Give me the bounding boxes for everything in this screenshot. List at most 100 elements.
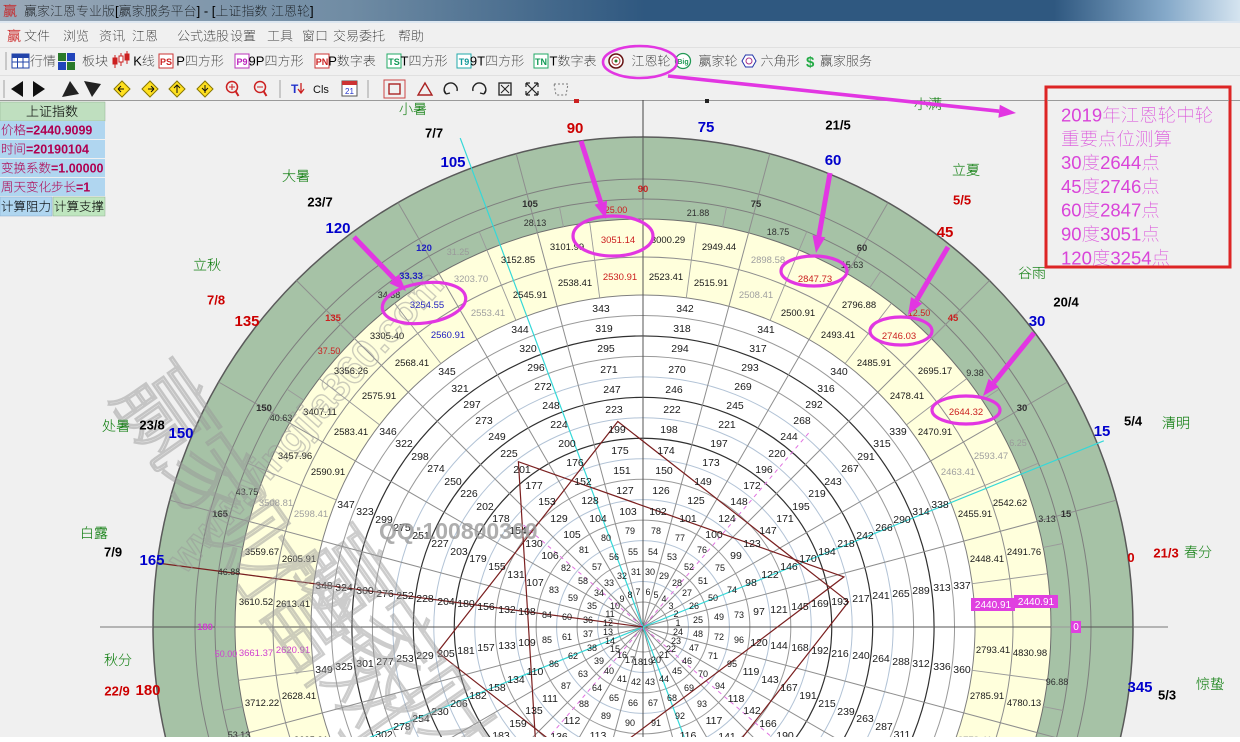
svg-text:81: 81 [579, 545, 589, 555]
svg-text:174: 174 [657, 445, 675, 457]
svg-text:60: 60 [562, 612, 572, 622]
svg-text:158: 158 [488, 682, 506, 694]
svg-text:221: 221 [718, 419, 736, 431]
svg-text:179: 179 [469, 553, 487, 565]
svg-text:Cls: Cls [313, 84, 329, 96]
svg-text:110: 110 [527, 666, 544, 678]
svg-text:59: 59 [568, 593, 578, 603]
svg-text:2746: 2746 [1100, 176, 1141, 197]
svg-text:169: 169 [811, 598, 829, 610]
svg-text:40: 40 [604, 666, 614, 676]
svg-text:9P: 9P [249, 54, 265, 69]
svg-text:43: 43 [645, 677, 655, 687]
svg-text:P9: P9 [236, 57, 247, 67]
svg-text:2500.91: 2500.91 [781, 308, 815, 319]
svg-text:45: 45 [1061, 176, 1082, 197]
svg-text:191: 191 [799, 690, 817, 702]
svg-text:316: 316 [817, 383, 835, 395]
svg-text:28.13: 28.13 [524, 218, 547, 228]
svg-text:360: 360 [953, 664, 971, 676]
svg-text:5/4: 5/4 [1124, 414, 1143, 429]
svg-text:27: 27 [682, 588, 692, 598]
svg-text:314: 314 [912, 506, 930, 518]
svg-text:48: 48 [693, 629, 703, 639]
svg-text:150: 150 [256, 403, 272, 414]
svg-text:347: 347 [337, 499, 355, 511]
svg-text:156: 156 [477, 601, 495, 613]
svg-text:75: 75 [715, 563, 725, 573]
svg-text:24: 24 [673, 627, 683, 637]
svg-text:2508.41: 2508.41 [739, 290, 773, 301]
svg-text:2796.88: 2796.88 [842, 300, 876, 311]
svg-text:120: 120 [750, 637, 768, 649]
svg-text:124: 124 [718, 513, 736, 525]
svg-text:53.13: 53.13 [228, 730, 251, 737]
svg-text:96.88: 96.88 [1046, 677, 1069, 687]
svg-text:49: 49 [714, 612, 724, 622]
svg-text:2: 2 [673, 609, 678, 619]
svg-text:35: 35 [587, 601, 597, 611]
svg-text:41: 41 [617, 674, 627, 684]
svg-text:3: 3 [668, 601, 673, 611]
svg-text:344: 344 [511, 324, 529, 336]
svg-text:2485.91: 2485.91 [857, 358, 891, 369]
svg-text:146: 146 [780, 561, 798, 573]
svg-text:=1.00000: =1.00000 [51, 161, 104, 175]
svg-text:75: 75 [751, 199, 762, 210]
svg-text:72: 72 [714, 632, 724, 642]
svg-text:2785.91: 2785.91 [970, 691, 1004, 702]
svg-text:135: 135 [325, 313, 342, 324]
svg-text:120: 120 [1061, 247, 1092, 268]
svg-text:80: 80 [601, 533, 611, 543]
svg-text:33: 33 [604, 578, 614, 588]
svg-text:220: 220 [768, 448, 786, 460]
svg-text:2583.41: 2583.41 [334, 427, 368, 438]
svg-text:=1: =1 [76, 180, 90, 194]
svg-text:242: 242 [856, 530, 874, 542]
svg-text:123: 123 [743, 538, 761, 550]
svg-text:60: 60 [825, 152, 842, 169]
svg-text:2560.91: 2560.91 [431, 330, 465, 341]
svg-text:193: 193 [831, 596, 849, 608]
svg-text:297: 297 [463, 399, 481, 411]
svg-text:180: 180 [136, 682, 161, 699]
svg-text:] - [: ] - [ [197, 4, 216, 19]
svg-text:204: 204 [437, 596, 455, 608]
svg-text:2493.41: 2493.41 [821, 330, 855, 341]
svg-text:2644: 2644 [1100, 152, 1141, 173]
svg-text:68: 68 [667, 693, 677, 703]
svg-text:150: 150 [169, 425, 194, 442]
svg-text:141: 141 [718, 731, 736, 737]
svg-text:118: 118 [728, 693, 745, 705]
svg-text:2523.41: 2523.41 [649, 272, 683, 283]
svg-text:38: 38 [587, 643, 597, 653]
svg-text:270: 270 [668, 364, 686, 376]
svg-text:98: 98 [745, 577, 757, 589]
svg-text:338: 338 [931, 499, 949, 511]
svg-text:5/3: 5/3 [1158, 688, 1176, 703]
svg-text:102: 102 [649, 506, 667, 518]
svg-text:200: 200 [558, 438, 576, 450]
svg-text:323: 323 [356, 506, 374, 518]
svg-text:2793.41: 2793.41 [976, 645, 1010, 656]
svg-text:23: 23 [671, 636, 681, 646]
svg-text:70: 70 [698, 669, 708, 679]
svg-text:2590.91: 2590.91 [311, 467, 345, 478]
svg-text:2440.91: 2440.91 [975, 600, 1012, 611]
svg-text:120: 120 [326, 220, 351, 237]
svg-text:PS: PS [160, 57, 172, 67]
svg-text:100: 100 [705, 529, 723, 541]
svg-text:337: 337 [953, 580, 971, 592]
svg-text:99: 99 [730, 550, 742, 562]
svg-text:0: 0 [1073, 622, 1079, 633]
svg-text:135: 135 [525, 705, 543, 717]
svg-text:90: 90 [1061, 224, 1082, 245]
svg-text:295: 295 [597, 343, 615, 355]
svg-text:165: 165 [140, 552, 165, 569]
svg-text:336: 336 [933, 661, 951, 673]
svg-text:132: 132 [498, 604, 516, 616]
svg-text:293: 293 [741, 362, 759, 374]
svg-text:21/3: 21/3 [1153, 546, 1178, 561]
svg-text:3661.37: 3661.37 [239, 648, 273, 659]
svg-text:2568.41: 2568.41 [395, 358, 429, 369]
